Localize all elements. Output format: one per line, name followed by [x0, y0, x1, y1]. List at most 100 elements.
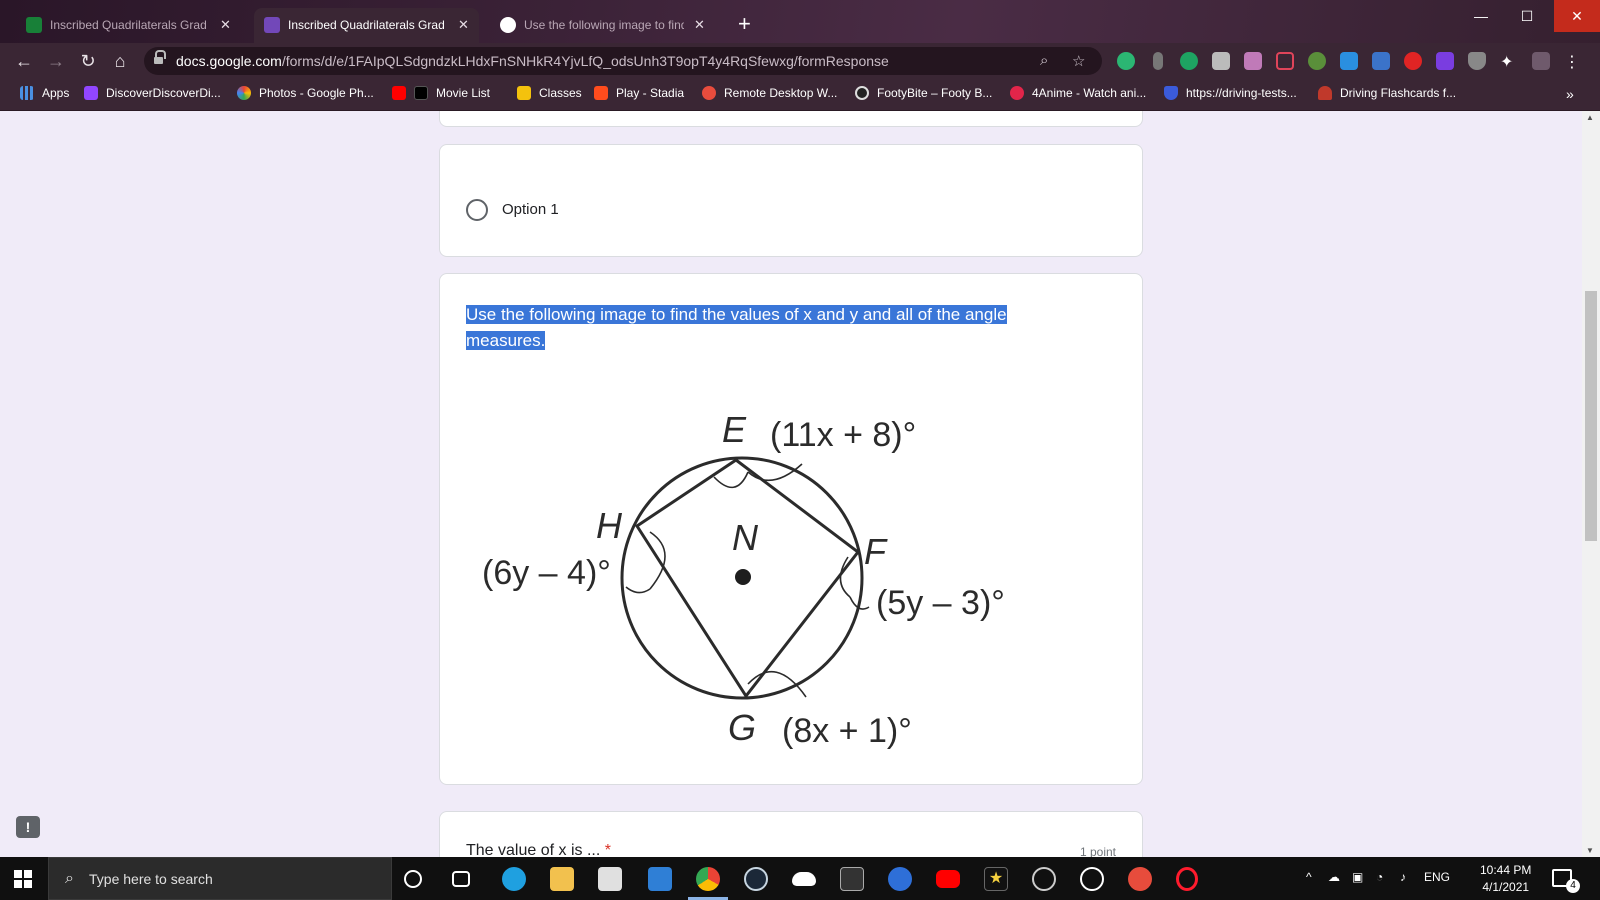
- question-text: Use the following image to find the valu…: [466, 302, 1086, 354]
- stadia-icon: [594, 86, 608, 100]
- microsoft-store-icon[interactable]: [598, 867, 622, 891]
- microphone-extension-icon[interactable]: [1153, 52, 1163, 70]
- youtube-icon[interactable]: [936, 870, 960, 888]
- angle-expression-h: (6y – 4)°: [482, 554, 611, 592]
- extension-icon[interactable]: [1244, 52, 1262, 70]
- file-explorer-icon[interactable]: [550, 867, 574, 891]
- tab-title: Inscribed Quadrilaterals Grad: [50, 18, 207, 32]
- menu-kebab-icon[interactable]: ⋮: [1564, 52, 1582, 71]
- grammarly-g-icon[interactable]: [1180, 52, 1198, 70]
- movie-icon: [414, 86, 428, 100]
- mail-icon[interactable]: [648, 867, 672, 891]
- window-close-button[interactable]: ✕: [1554, 0, 1600, 32]
- angle-expression-g: (8x + 1)°: [782, 712, 912, 750]
- form-page: Option 1 Use the following image to find…: [0, 111, 1582, 857]
- required-asterisk: *: [604, 842, 611, 857]
- bookmark-apps[interactable]: Apps: [20, 86, 69, 100]
- bookmark-classes[interactable]: Classes: [517, 86, 582, 100]
- bookmark-driving-tests[interactable]: https://driving-tests...: [1164, 86, 1297, 100]
- report-feedback-button[interactable]: !: [16, 816, 40, 838]
- clock[interactable]: 10:44 PM 4/1/2021: [1480, 862, 1531, 896]
- new-tab-button[interactable]: +: [738, 13, 751, 35]
- angle-pointer-h: [625, 586, 651, 594]
- bookmark-star-icon[interactable]: ☆: [1072, 52, 1085, 70]
- chrome-icon[interactable]: [696, 867, 720, 891]
- star-app-icon[interactable]: ★: [984, 867, 1008, 891]
- extension-icon[interactable]: [1340, 52, 1358, 70]
- xbox-icon[interactable]: [1080, 867, 1104, 891]
- clock-date: 4/1/2021: [1482, 880, 1530, 894]
- language-indicator[interactable]: ENG: [1424, 870, 1450, 884]
- close-icon[interactable]: ✕: [694, 17, 705, 33]
- bookmark-discover[interactable]: DiscoverDiscoverDi...: [84, 86, 221, 100]
- vertex-label-g: G: [728, 707, 756, 748]
- close-icon[interactable]: ✕: [220, 17, 231, 33]
- question-x-title: The value of x is ... *: [466, 842, 611, 857]
- scroll-down-arrow-icon[interactable]: ▼: [1586, 846, 1594, 855]
- question-text-line-2: measures.: [466, 331, 546, 350]
- onedrive-icon[interactable]: [792, 872, 816, 886]
- bookmark-driving-flashcards[interactable]: Driving Flashcards f...: [1318, 86, 1456, 100]
- question-text-line-1: Use the following image to find the valu…: [466, 305, 1007, 324]
- fullscreen-extension-icon[interactable]: [1276, 52, 1294, 70]
- option-card: Option 1: [439, 144, 1143, 257]
- apps-grid-icon: [20, 86, 34, 100]
- bookmark-4anime[interactable]: 4Anime - Watch ani...: [1010, 86, 1146, 100]
- angle-arc-e: [713, 471, 749, 489]
- app-icon[interactable]: [1128, 867, 1152, 891]
- google-classroom-icon: [26, 17, 42, 33]
- grammarly-extension-icon[interactable]: [1117, 52, 1135, 70]
- steam-icon[interactable]: [744, 867, 768, 891]
- task-view-icon[interactable]: [452, 871, 470, 887]
- browser-toolbar: ← → ↻ ⌂ docs.google.com/forms/d/e/1FAIpQ…: [0, 43, 1600, 79]
- edge-icon[interactable]: [502, 867, 526, 891]
- opera-icon[interactable]: [1176, 867, 1198, 891]
- profile-avatar[interactable]: [1532, 52, 1550, 70]
- screenshot-extension-icon[interactable]: [1212, 52, 1230, 70]
- app-icon[interactable]: [888, 867, 912, 891]
- minimize-button[interactable]: —: [1458, 0, 1504, 32]
- show-hidden-icons-chevron-icon[interactable]: ^: [1306, 870, 1312, 884]
- translate-extension-icon[interactable]: [1372, 52, 1390, 70]
- cortana-icon[interactable]: [404, 870, 422, 888]
- scroll-up-arrow-icon[interactable]: ▲: [1586, 113, 1594, 122]
- forward-button[interactable]: →: [44, 49, 68, 73]
- address-bar[interactable]: docs.google.com/forms/d/e/1FAIpQLSdgndzk…: [144, 47, 1102, 75]
- zoom-icon[interactable]: ⌕: [1040, 52, 1048, 69]
- option-1-label[interactable]: Option 1: [502, 201, 559, 218]
- close-icon[interactable]: ✕: [458, 17, 469, 33]
- bookmark-stadia[interactable]: Play - Stadia: [594, 86, 684, 100]
- extension-icon[interactable]: [1308, 52, 1326, 70]
- obs-icon[interactable]: [1032, 867, 1056, 891]
- meet-now-icon[interactable]: ▣: [1352, 870, 1363, 884]
- previous-question-card: [439, 111, 1143, 127]
- shield-extension-icon[interactable]: [1468, 52, 1486, 70]
- extensions-puzzle-icon[interactable]: ✦: [1500, 52, 1518, 71]
- home-button[interactable]: ⌂: [108, 49, 132, 73]
- notification-count-badge: 4: [1566, 879, 1580, 893]
- volume-icon[interactable]: ♪: [1400, 870, 1406, 884]
- center-point-n: [735, 569, 751, 585]
- option-1-radio[interactable]: [466, 199, 488, 221]
- bookmark-remote-desktop[interactable]: Remote Desktop W...: [702, 86, 837, 100]
- more-bookmarks-chevron-icon[interactable]: »: [1566, 86, 1574, 102]
- taskbar-search-box[interactable]: ⌕ Type here to search: [48, 857, 392, 900]
- kahoot-extension-icon[interactable]: [1436, 52, 1454, 70]
- page-scrollbar[interactable]: ▲ ▼: [1582, 111, 1600, 857]
- scrollbar-thumb[interactable]: [1585, 291, 1597, 541]
- windows-start-icon[interactable]: [14, 870, 32, 888]
- tab-inscribed-1[interactable]: Inscribed Quadrilaterals Grad ✕: [16, 8, 241, 42]
- network-icon[interactable]: ◔: [1376, 870, 1383, 884]
- bookmark-photos[interactable]: Photos - Google Ph...: [237, 86, 374, 100]
- adblock-extension-icon[interactable]: [1404, 52, 1422, 70]
- epic-games-icon[interactable]: [840, 867, 864, 891]
- reload-button[interactable]: ↻: [76, 49, 100, 73]
- classroom-icon: [517, 86, 531, 100]
- bookmark-movie-list[interactable]: Movie List: [392, 86, 490, 100]
- maximize-button[interactable]: ☐: [1504, 0, 1550, 32]
- back-button[interactable]: ←: [12, 49, 36, 73]
- tab-google-search[interactable]: Use the following image to find ✕: [490, 8, 715, 42]
- onedrive-tray-icon[interactable]: ☁: [1328, 870, 1340, 884]
- google-forms-icon: [264, 17, 280, 33]
- bookmark-footybite[interactable]: FootyBite – Footy B...: [855, 86, 992, 100]
